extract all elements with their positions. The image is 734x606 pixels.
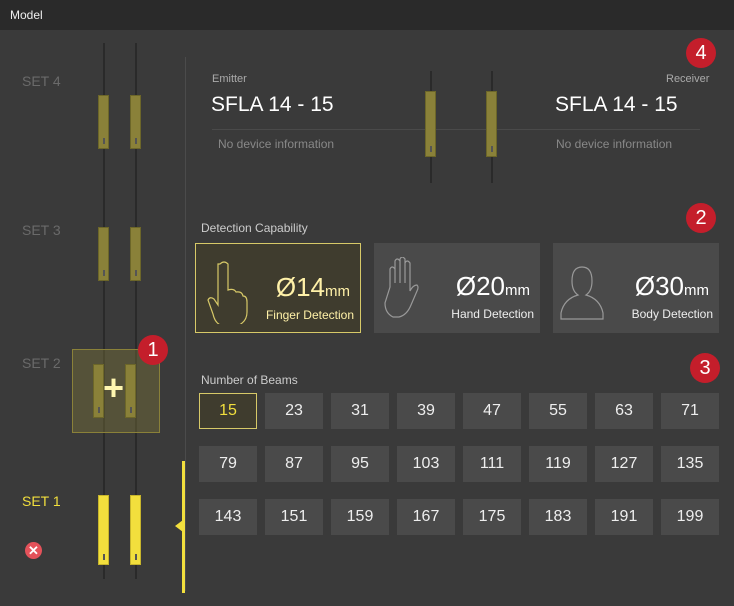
set-4-emitter[interactable] bbox=[98, 95, 109, 149]
hand-label: Hand Detection bbox=[451, 307, 534, 321]
finger-icon bbox=[207, 261, 248, 324]
beam-option[interactable]: 159 bbox=[331, 499, 389, 535]
hand-detection-option[interactable]: Ø20mm Hand Detection bbox=[374, 243, 540, 333]
hand-value: Ø20mm bbox=[455, 271, 530, 301]
emitter-info: No device information bbox=[218, 137, 335, 151]
finger-label: Finger Detection bbox=[265, 308, 354, 322]
beam-option[interactable]: 111 bbox=[463, 446, 521, 482]
beam-option[interactable]: 143 bbox=[199, 499, 257, 535]
beams-title: Number of Beams bbox=[201, 373, 298, 387]
beam-option[interactable]: 191 bbox=[595, 499, 653, 535]
set-2-receiver bbox=[125, 364, 136, 418]
badge-3: 3 bbox=[690, 353, 720, 383]
set-1-label[interactable]: SET 1 bbox=[22, 493, 61, 509]
beam-option[interactable]: 183 bbox=[529, 499, 587, 535]
beam-option[interactable]: 199 bbox=[661, 499, 719, 535]
selection-arrow-icon bbox=[175, 520, 183, 532]
set-list: SET 4 SET 3 SET 2 SET 1 + ✕ 1 bbox=[5, 35, 185, 601]
beam-option[interactable]: 135 bbox=[661, 446, 719, 482]
beam-option[interactable]: 151 bbox=[265, 499, 323, 535]
beam-option[interactable]: 63 bbox=[595, 393, 653, 429]
set-1-receiver[interactable] bbox=[130, 495, 141, 565]
close-circle-icon[interactable]: ✕ bbox=[25, 542, 42, 559]
beam-option[interactable]: 119 bbox=[529, 446, 587, 482]
set-3-label[interactable]: SET 3 bbox=[22, 222, 61, 238]
beam-option[interactable]: 167 bbox=[397, 499, 455, 535]
beam-option[interactable]: 103 bbox=[397, 446, 455, 482]
beam-option[interactable]: 95 bbox=[331, 446, 389, 482]
preview-receiver bbox=[486, 91, 497, 157]
title-bar: Model bbox=[0, 0, 734, 30]
receiver-model: SFLA 14 - 15 bbox=[555, 93, 678, 116]
receiver-info: No device information bbox=[556, 137, 673, 151]
finger-value: Ø14mm bbox=[275, 272, 350, 302]
set-3-emitter[interactable] bbox=[98, 227, 109, 281]
device-divider bbox=[212, 129, 700, 130]
badge-2: 2 bbox=[686, 203, 716, 233]
body-icon bbox=[560, 266, 604, 320]
column-divider bbox=[185, 57, 186, 591]
body-label: Body Detection bbox=[631, 307, 713, 321]
set-4-receiver[interactable] bbox=[130, 95, 141, 149]
receiver-label: Receiver bbox=[666, 73, 710, 85]
preview-emitter bbox=[425, 91, 436, 157]
plus-icon: + bbox=[103, 367, 125, 408]
set-2-label[interactable]: SET 2 bbox=[22, 355, 61, 371]
hand-icon bbox=[384, 257, 419, 318]
body-detection-option[interactable]: Ø30mm Body Detection bbox=[553, 243, 719, 333]
beam-option[interactable]: 87 bbox=[265, 446, 323, 482]
beam-option[interactable]: 175 bbox=[463, 499, 521, 535]
emitter-label: Emitter bbox=[212, 73, 247, 85]
beam-option[interactable]: 23 bbox=[265, 393, 323, 429]
body-value: Ø30mm bbox=[634, 271, 709, 301]
main-panel: SET 4 SET 3 SET 2 SET 1 + ✕ 1 Emitter SF… bbox=[5, 35, 730, 601]
detection-title: Detection Capability bbox=[201, 221, 308, 235]
beam-option[interactable]: 79 bbox=[199, 446, 257, 482]
beam-option[interactable]: 31 bbox=[331, 393, 389, 429]
badge-1: 1 bbox=[138, 335, 168, 365]
emitter-model: SFLA 14 - 15 bbox=[211, 93, 334, 116]
beam-option[interactable]: 55 bbox=[529, 393, 587, 429]
badge-4: 4 bbox=[686, 38, 716, 68]
beam-option[interactable]: 127 bbox=[595, 446, 653, 482]
beam-grid: 15 23 31 39 47 55 63 71 79 87 95 103 111… bbox=[199, 393, 721, 535]
set-3-receiver[interactable] bbox=[130, 227, 141, 281]
set-4-label[interactable]: SET 4 bbox=[22, 73, 61, 89]
beam-option[interactable]: 39 bbox=[397, 393, 455, 429]
beam-option[interactable]: 15 bbox=[199, 393, 257, 429]
beam-option[interactable]: 71 bbox=[661, 393, 719, 429]
finger-detection-option[interactable]: Ø14mm Finger Detection bbox=[195, 243, 361, 333]
beam-option[interactable]: 47 bbox=[463, 393, 521, 429]
set-1-emitter[interactable] bbox=[98, 495, 109, 565]
window-title: Model bbox=[10, 8, 43, 22]
